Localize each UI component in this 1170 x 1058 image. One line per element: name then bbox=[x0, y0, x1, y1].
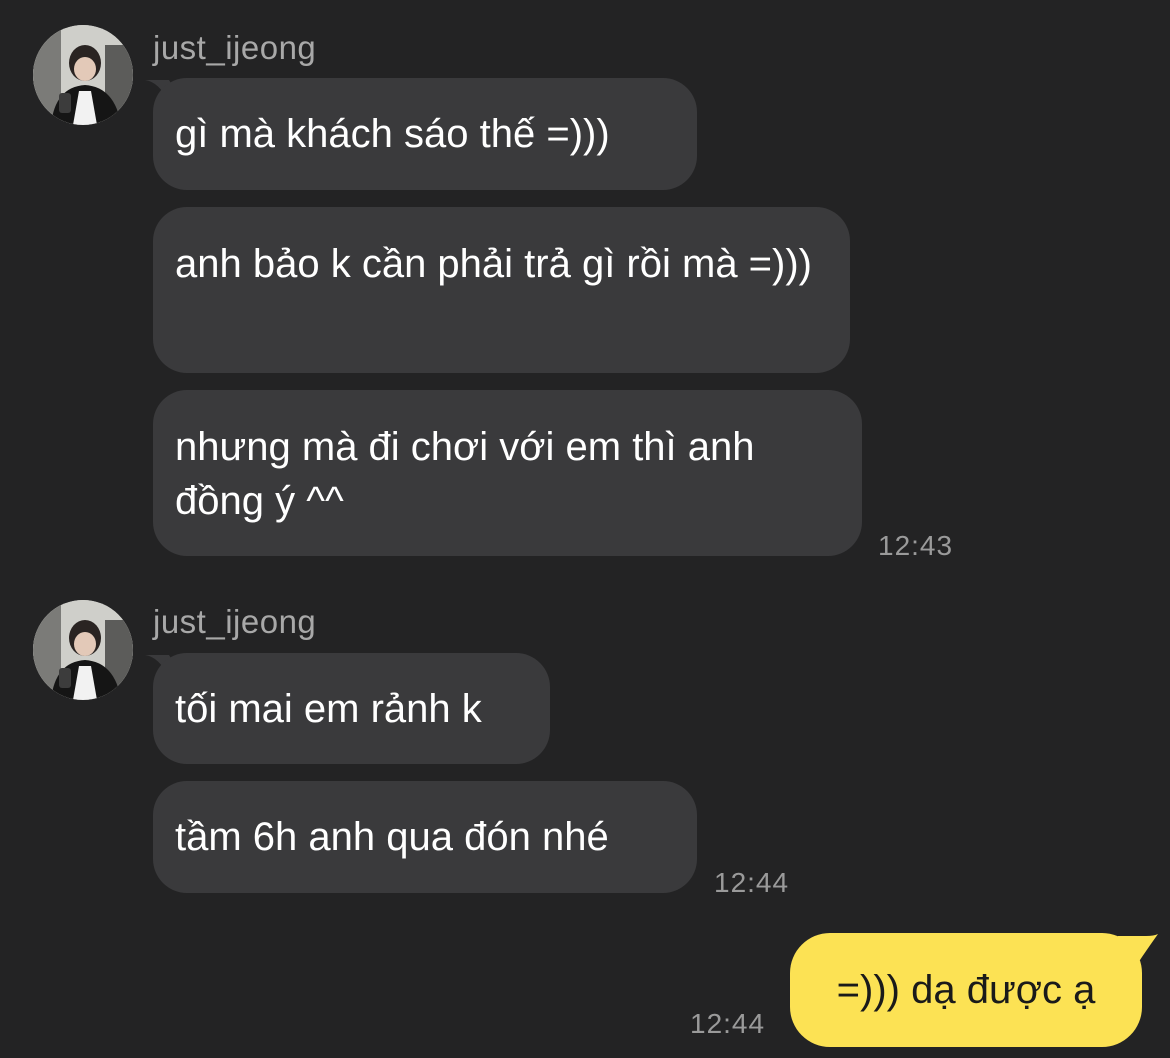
chat-thread: just_ijeong gì mà khách sáo thế =))) anh… bbox=[0, 0, 1170, 1058]
message-timestamp: 12:44 bbox=[714, 867, 790, 898]
sender-avatar[interactable] bbox=[33, 25, 133, 125]
sender-avatar[interactable] bbox=[33, 600, 133, 700]
message-text: =))) dạ được ạ bbox=[836, 967, 1096, 1012]
message-timestamp: 12:44 bbox=[690, 1008, 766, 1039]
message-text: anh bảo k cần phải trả gì rồi mà =))) bbox=[175, 242, 812, 286]
incoming-message[interactable]: tối mai em rảnh k bbox=[153, 653, 550, 764]
message-text: tầm 6h anh qua đón nhé bbox=[175, 815, 609, 859]
sender-name: just_ijeong bbox=[153, 603, 317, 640]
message-text: nhưng mà đi chơi với em thì anh đồng ý ^… bbox=[175, 425, 755, 523]
incoming-message[interactable]: gì mà khách sáo thế =))) bbox=[153, 78, 697, 190]
avatar-photo-icon bbox=[33, 25, 133, 125]
incoming-message[interactable]: anh bảo k cần phải trả gì rồi mà =))) bbox=[153, 207, 850, 373]
sender-name: just_ijeong bbox=[153, 29, 317, 66]
message-text: tối mai em rảnh k bbox=[175, 686, 482, 731]
avatar-photo-icon bbox=[33, 600, 133, 700]
outgoing-message[interactable]: =))) dạ được ạ bbox=[790, 933, 1142, 1047]
incoming-message[interactable]: nhưng mà đi chơi với em thì anh đồng ý ^… bbox=[153, 390, 862, 556]
message-timestamp: 12:43 bbox=[878, 530, 954, 561]
message-text: gì mà khách sáo thế =))) bbox=[175, 112, 610, 156]
incoming-message[interactable]: tầm 6h anh qua đón nhé bbox=[153, 781, 697, 893]
